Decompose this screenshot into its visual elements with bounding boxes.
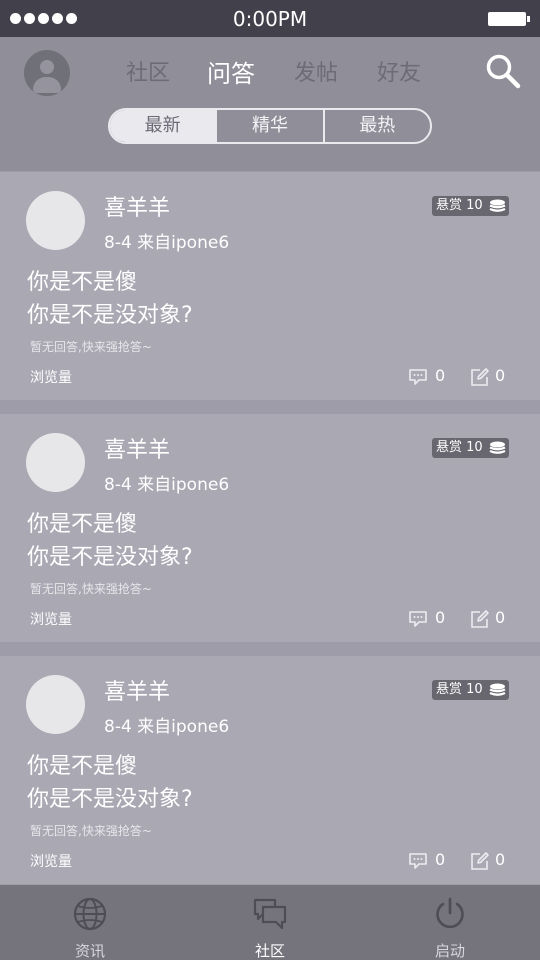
post-meta: 8-4 来自ipone6 bbox=[104, 233, 230, 253]
author-name[interactable]: 喜羊羊 bbox=[104, 432, 170, 464]
reward-label: 悬赏 10 bbox=[436, 440, 483, 455]
tabbar-label-launch: 启动 bbox=[434, 942, 465, 960]
segment-latest[interactable]: 最新 bbox=[110, 110, 218, 142]
views-label: 浏览量 bbox=[30, 854, 72, 870]
coin-stack-icon bbox=[489, 441, 506, 454]
tabbar-item-news[interactable]: 资讯 bbox=[30, 885, 150, 960]
question-text: 你是不是没对象? bbox=[27, 545, 193, 570]
coin-stack-icon bbox=[489, 199, 506, 212]
coin-stack-icon bbox=[489, 683, 506, 696]
user-avatar-icon[interactable] bbox=[24, 50, 70, 96]
question-text: 你是不是傻 bbox=[27, 754, 138, 779]
reward-label: 悬赏 10 bbox=[436, 682, 483, 697]
post-meta: 8-4 来自ipone6 bbox=[104, 717, 230, 737]
status-time: 0:00PM bbox=[232, 7, 308, 31]
question-text: 你是不是没对象? bbox=[27, 787, 193, 812]
edit-count: 0 bbox=[495, 608, 506, 627]
edit-count: 0 bbox=[495, 850, 506, 869]
question-card[interactable]: 喜羊羊 8-4 来自ipone6 悬赏 10 你是不是傻 你是不是没对象? 暂无… bbox=[0, 656, 540, 884]
segment-featured[interactable]: 精华 bbox=[217, 110, 325, 142]
question-text: 你是不是没对象? bbox=[27, 303, 193, 328]
question-text: 你是不是傻 bbox=[27, 512, 138, 537]
header: 社区 问答 发帖 好友 最新 精华 最热 bbox=[0, 37, 540, 171]
no-answer-hint: 暂无回答,快来强抢答~ bbox=[30, 824, 152, 838]
tabbar-item-community[interactable]: 社区 bbox=[210, 885, 330, 960]
sort-segmented-control: 最新 精华 最热 bbox=[108, 108, 432, 144]
comment-icon[interactable] bbox=[408, 368, 428, 386]
status-bar: 0:00PM bbox=[0, 0, 540, 37]
globe-icon bbox=[73, 897, 107, 931]
author-name[interactable]: 喜羊羊 bbox=[104, 674, 170, 706]
comment-icon[interactable] bbox=[408, 852, 428, 870]
views-label: 浏览量 bbox=[30, 612, 72, 628]
segment-hottest[interactable]: 最热 bbox=[325, 110, 430, 142]
tab-post[interactable]: 发帖 bbox=[294, 55, 338, 87]
tabbar-item-launch[interactable]: 启动 bbox=[390, 885, 510, 960]
comment-count: 0 bbox=[435, 850, 446, 869]
edit-count: 0 bbox=[495, 366, 506, 385]
views-label: 浏览量 bbox=[30, 370, 72, 386]
question-card[interactable]: 喜羊羊 8-4 来自ipone6 悬赏 10 你是不是傻 你是不是没对象? 暂无… bbox=[0, 172, 540, 400]
edit-icon[interactable] bbox=[470, 609, 490, 629]
question-card[interactable]: 喜羊羊 8-4 来自ipone6 悬赏 10 你是不是傻 你是不是没对象? 暂无… bbox=[0, 414, 540, 642]
no-answer-hint: 暂无回答,快来强抢答~ bbox=[30, 582, 152, 596]
power-icon bbox=[436, 897, 464, 929]
search-icon[interactable] bbox=[485, 53, 521, 89]
comment-count: 0 bbox=[435, 366, 446, 385]
tab-qa[interactable]: 问答 bbox=[207, 54, 255, 89]
question-text: 你是不是傻 bbox=[27, 270, 138, 295]
tab-community[interactable]: 社区 bbox=[126, 55, 170, 87]
author-name[interactable]: 喜羊羊 bbox=[104, 190, 170, 222]
reward-badge: 悬赏 10 bbox=[432, 680, 509, 700]
reward-label: 悬赏 10 bbox=[436, 198, 483, 213]
reward-badge: 悬赏 10 bbox=[432, 196, 509, 216]
battery-icon bbox=[488, 12, 530, 26]
chat-bubbles-icon bbox=[253, 898, 287, 930]
edit-icon[interactable] bbox=[470, 851, 490, 871]
author-avatar[interactable] bbox=[26, 433, 85, 492]
author-avatar[interactable] bbox=[26, 191, 85, 250]
post-meta: 8-4 来自ipone6 bbox=[104, 475, 230, 495]
author-avatar[interactable] bbox=[26, 675, 85, 734]
reward-badge: 悬赏 10 bbox=[432, 438, 509, 458]
bottom-tab-bar: 资讯 社区 启动 bbox=[0, 885, 540, 960]
comment-icon[interactable] bbox=[408, 610, 428, 628]
tabbar-label-community: 社区 bbox=[254, 942, 285, 960]
edit-icon[interactable] bbox=[470, 367, 490, 387]
no-answer-hint: 暂无回答,快来强抢答~ bbox=[30, 340, 152, 354]
tabbar-label-news: 资讯 bbox=[74, 942, 105, 960]
comment-count: 0 bbox=[435, 608, 446, 627]
tab-friends[interactable]: 好友 bbox=[377, 55, 421, 87]
